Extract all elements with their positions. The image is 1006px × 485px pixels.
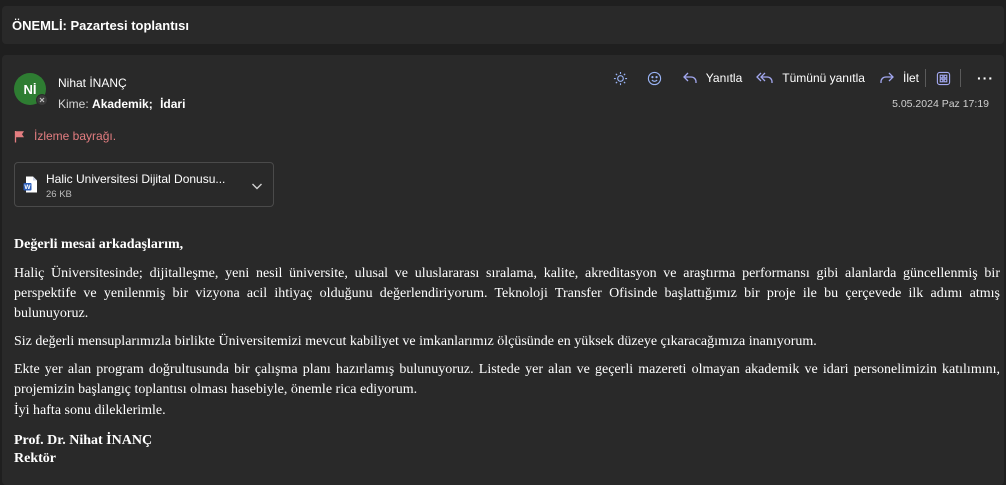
svg-text:W: W [24,184,31,191]
reply-icon [682,71,698,85]
sun-icon[interactable] [610,67,632,89]
signature-name: Prof. Dr. Nihat İNANÇ [14,433,153,448]
body-paragraph-3: Ekte yer alan program doğrultusunda bir … [14,362,1000,397]
forward-icon [879,71,895,85]
reply-button[interactable]: Yanıtla [682,71,742,85]
chevron-down-icon[interactable] [251,178,263,196]
greeting: Değerli mesai arkadaşlarım, [14,237,184,252]
attachment-name: Halic Universitesi Dijital Donusu... [46,172,226,186]
apps-icon[interactable] [932,67,954,89]
toolbar-divider-2 [960,69,961,87]
smiley-icon[interactable] [644,67,666,89]
avatar-initials: Nİ [23,81,37,97]
more-actions-icon[interactable]: ··· [977,70,994,86]
sender-name[interactable]: Nihat İNANÇ [58,76,127,90]
body-paragraph-2: Siz değerli mensuplarımızla birlikte Üni… [14,334,817,349]
recipients-line: Kime: Akademik; İdari [58,97,185,111]
reply-all-button[interactable]: Tümünü yanıtla [756,71,865,85]
forward-button[interactable]: İlet [879,71,919,85]
recipient-idari[interactable]: İdari [160,97,185,111]
attachment-size: 26 KB [46,189,72,200]
email-subject: ÖNEMLİ: Pazartesi toplantısı [12,17,189,33]
signature-title: Rektör [14,451,56,466]
reply-all-icon [756,71,774,85]
message-toolbar: Yanıtla Tümünü yanıtla İlet ··· [610,67,994,89]
closing-line: İyi hafta sonu dileklerimle. [14,403,166,418]
subject-bar: ÖNEMLİ: Pazartesi toplantısı [2,6,1004,44]
reply-all-label: Tümünü yanıtla [782,71,865,85]
to-label: Kime: [58,97,89,111]
message-card: Nİ Nihat İNANÇ Kime: Akademik; İdari Yan… [2,55,1004,485]
follow-up-flag[interactable]: İzleme bayrağı. [14,129,116,143]
toolbar-divider [925,69,926,87]
reply-label: Yanıtla [705,71,743,85]
word-document-icon: W [23,176,38,198]
sent-date: 5.05.2024 Paz 17:19 [892,98,989,110]
attachment-card[interactable]: W Halic Universitesi Dijital Donusu... 2… [14,162,274,207]
body-paragraph-1: Haliç Üniversitesinde; dijitalleşme, yen… [14,266,1000,321]
recipient-akademik[interactable]: Akademik; [92,97,153,111]
presence-offline-icon [36,94,48,106]
message-body: Değerli mesai arkadaşlarım, Haliç Üniver… [14,236,1000,468]
flag-icon [14,130,24,142]
flag-text: İzleme bayrağı. [34,129,117,143]
forward-label: İlet [902,71,919,85]
